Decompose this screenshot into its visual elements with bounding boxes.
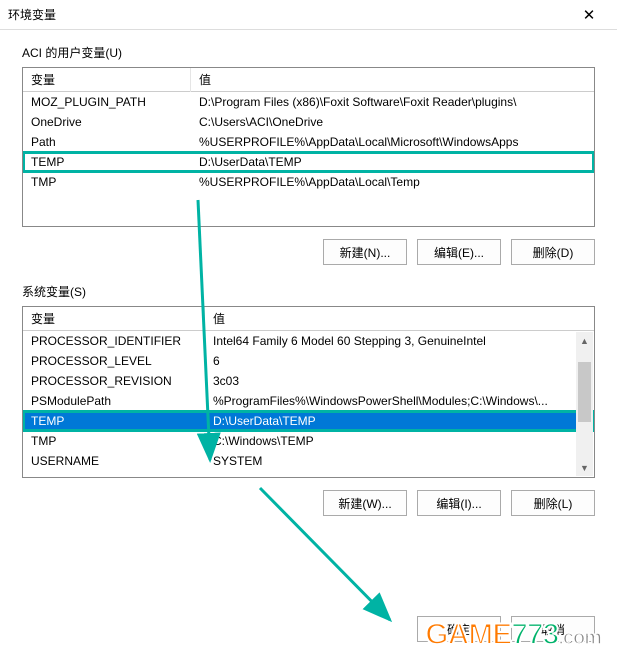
table-row[interactable]: TEMPD:\UserData\TEMP bbox=[23, 411, 594, 431]
user-delete-button[interactable]: 删除(D) bbox=[511, 239, 595, 265]
system-col-value[interactable]: 值 bbox=[205, 306, 594, 331]
table-row[interactable]: OneDriveC:\Users\ACI\OneDrive bbox=[23, 112, 594, 132]
var-name-cell: Path bbox=[23, 133, 191, 151]
close-button[interactable]: ✕ bbox=[569, 0, 609, 30]
system-group-label: 系统变量(S) bbox=[22, 283, 595, 300]
table-row[interactable]: TMP%USERPROFILE%\AppData\Local\Temp bbox=[23, 172, 594, 192]
user-col-name[interactable]: 变量 bbox=[23, 67, 191, 92]
var-value-cell: 6 bbox=[205, 352, 594, 370]
var-name-cell: PROCESSOR_REVISION bbox=[23, 372, 205, 390]
system-variables-list[interactable]: 变量 值 PROCESSOR_IDENTIFIERIntel64 Family … bbox=[22, 306, 595, 478]
table-row[interactable]: MOZ_PLUGIN_PATHD:\Program Files (x86)\Fo… bbox=[23, 92, 594, 112]
var-value-cell: SYSTEM bbox=[205, 452, 594, 470]
var-value-cell: Intel64 Family 6 Model 60 Stepping 3, Ge… bbox=[205, 332, 594, 350]
var-name-cell: PROCESSOR_LEVEL bbox=[23, 352, 205, 370]
var-name-cell: TMP bbox=[23, 432, 205, 450]
var-value-cell: C:\Windows\TEMP bbox=[205, 432, 594, 450]
var-value-cell: D:\UserData\TEMP bbox=[191, 153, 594, 171]
user-buttons-row: 新建(N)... 编辑(E)... 删除(D) bbox=[22, 239, 595, 265]
table-row[interactable]: TMPC:\Windows\TEMP bbox=[23, 431, 594, 451]
scroll-down-icon[interactable]: ▼ bbox=[576, 459, 593, 476]
user-variables-list[interactable]: 变量 值 MOZ_PLUGIN_PATHD:\Program Files (x8… bbox=[22, 67, 595, 227]
system-variables-group: 系统变量(S) 变量 值 PROCESSOR_IDENTIFIERIntel64… bbox=[22, 283, 595, 516]
titlebar: 环境变量 ✕ bbox=[0, 0, 617, 30]
user-col-value[interactable]: 值 bbox=[191, 67, 594, 92]
window-title: 环境变量 bbox=[8, 6, 569, 23]
user-group-label: ACI 的用户变量(U) bbox=[22, 44, 595, 61]
system-list-scrollbar[interactable]: ▲ ▼ bbox=[576, 332, 593, 476]
table-row[interactable]: PSModulePath%ProgramFiles%\WindowsPowerS… bbox=[23, 391, 594, 411]
system-edit-button[interactable]: 编辑(I)... bbox=[417, 490, 501, 516]
var-name-cell: OneDrive bbox=[23, 113, 191, 131]
scroll-thumb[interactable] bbox=[578, 362, 591, 422]
system-delete-button[interactable]: 删除(L) bbox=[511, 490, 595, 516]
user-new-button[interactable]: 新建(N)... bbox=[323, 239, 407, 265]
user-edit-button[interactable]: 编辑(E)... bbox=[417, 239, 501, 265]
table-row[interactable]: PROCESSOR_REVISION3c03 bbox=[23, 371, 594, 391]
dialog-buttons: 确定 取消 bbox=[417, 616, 595, 642]
var-value-cell: D:\UserData\TEMP bbox=[205, 412, 594, 430]
var-name-cell: MOZ_PLUGIN_PATH bbox=[23, 93, 191, 111]
var-name-cell: PSModulePath bbox=[23, 392, 205, 410]
table-row[interactable]: USERNAMESYSTEM bbox=[23, 451, 594, 471]
user-variables-group: ACI 的用户变量(U) 变量 值 MOZ_PLUGIN_PATHD:\Prog… bbox=[22, 44, 595, 265]
table-row[interactable]: PROCESSOR_LEVEL6 bbox=[23, 351, 594, 371]
ok-button[interactable]: 确定 bbox=[417, 616, 501, 642]
scroll-up-icon[interactable]: ▲ bbox=[576, 332, 593, 349]
system-list-header: 变量 值 bbox=[23, 307, 594, 331]
var-value-cell: 3c03 bbox=[205, 372, 594, 390]
var-value-cell: D:\Program Files (x86)\Foxit Software\Fo… bbox=[191, 93, 594, 111]
var-value-cell: %USERPROFILE%\AppData\Local\Temp bbox=[191, 173, 594, 191]
system-buttons-row: 新建(W)... 编辑(I)... 删除(L) bbox=[22, 490, 595, 516]
system-new-button[interactable]: 新建(W)... bbox=[323, 490, 407, 516]
var-name-cell: PROCESSOR_IDENTIFIER bbox=[23, 332, 205, 350]
var-name-cell: TEMP bbox=[23, 412, 205, 430]
table-row[interactable]: PROCESSOR_IDENTIFIERIntel64 Family 6 Mod… bbox=[23, 331, 594, 351]
table-row[interactable]: Path%USERPROFILE%\AppData\Local\Microsof… bbox=[23, 132, 594, 152]
var-value-cell: C:\Users\ACI\OneDrive bbox=[191, 113, 594, 131]
table-row[interactable]: TEMPD:\UserData\TEMP bbox=[23, 152, 594, 172]
var-name-cell: TEMP bbox=[23, 153, 191, 171]
cancel-button[interactable]: 取消 bbox=[511, 616, 595, 642]
var-name-cell: TMP bbox=[23, 173, 191, 191]
var-value-cell: %USERPROFILE%\AppData\Local\Microsoft\Wi… bbox=[191, 133, 594, 151]
var-value-cell: %ProgramFiles%\WindowsPowerShell\Modules… bbox=[205, 392, 594, 410]
var-name-cell: USERNAME bbox=[23, 452, 205, 470]
dialog-content: ACI 的用户变量(U) 变量 值 MOZ_PLUGIN_PATHD:\Prog… bbox=[0, 30, 617, 548]
user-list-header: 变量 值 bbox=[23, 68, 594, 92]
system-col-name[interactable]: 变量 bbox=[23, 306, 205, 331]
